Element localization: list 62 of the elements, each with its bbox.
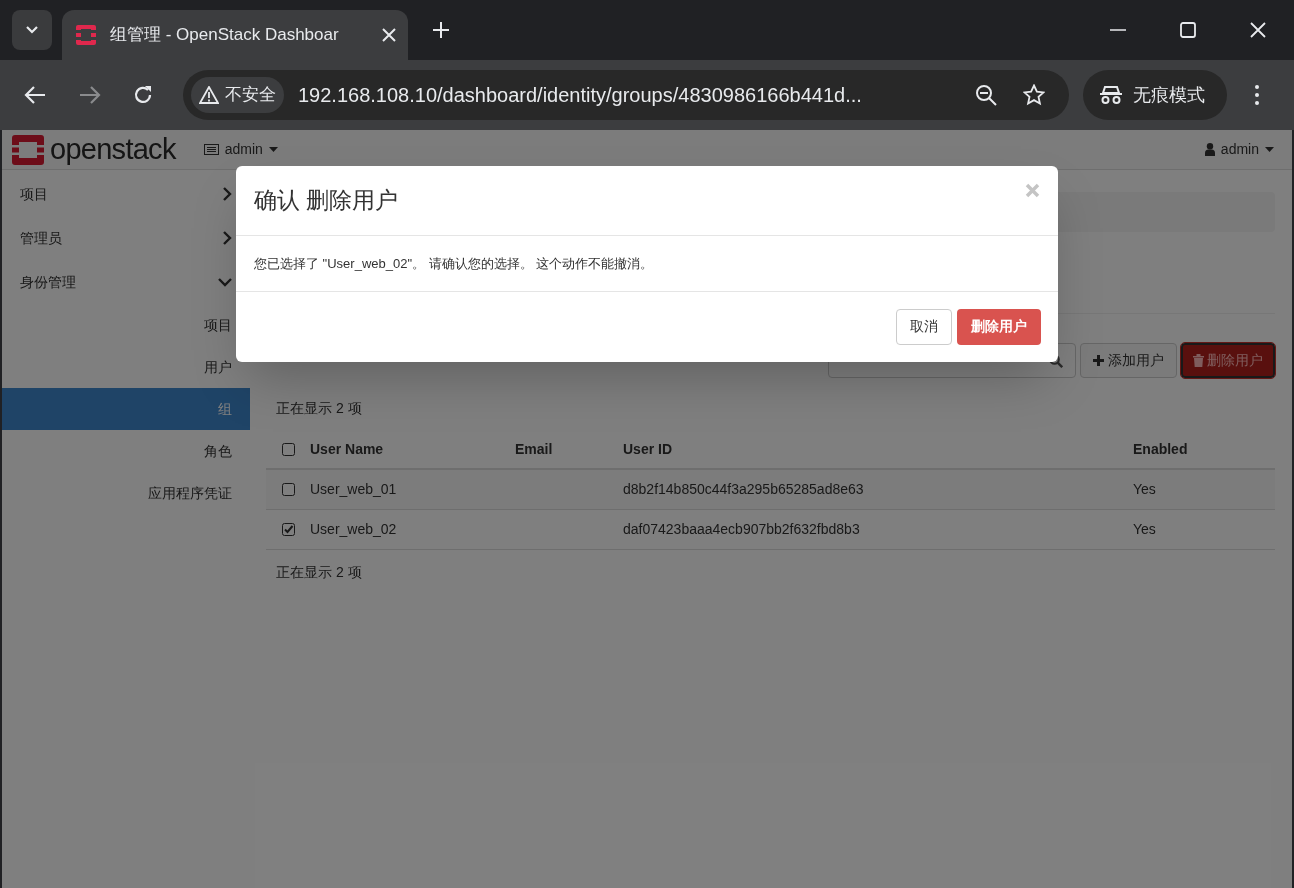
chevron-right-icon	[222, 187, 232, 201]
table-cell: User_web_01	[310, 480, 397, 497]
item-count: 正在显示 2 项	[276, 562, 363, 582]
table-cell: Yes	[1133, 480, 1156, 497]
chevron-right-icon	[222, 231, 232, 245]
column-header: User ID	[623, 441, 673, 457]
reload-icon[interactable]	[133, 85, 153, 105]
logo-icon	[74, 23, 98, 47]
checkbox[interactable]	[282, 522, 295, 536]
new-tab-icon[interactable]	[432, 21, 450, 39]
menu-icon[interactable]	[1255, 85, 1259, 105]
delete-user-button[interactable]: 删除用户	[957, 308, 1041, 345]
trash-icon	[1193, 354, 1204, 367]
delete-user-button[interactable]: 删除用户	[1181, 343, 1275, 378]
project-menu[interactable]: admin	[203, 139, 278, 160]
modal-title: 确认 删除用户	[254, 186, 400, 216]
address-bar[interactable]: 不安全 192.168.108.10/dashboard/identity/groups/4830986166b441d...	[183, 70, 1069, 120]
user-menu[interactable]: admin	[1204, 139, 1274, 160]
table-cell: d8b2f14b850c44f3a295b65285ad8e63	[623, 480, 864, 497]
user-icon	[1204, 143, 1215, 156]
add-user-button[interactable]: 添加用户	[1080, 343, 1177, 378]
sidebar-subitem[interactable]: 用户	[2, 346, 250, 388]
sidebar-subitem[interactable]: 应用程序凭证	[2, 472, 250, 514]
incognito-icon	[1099, 85, 1123, 105]
cancel-button[interactable]: 取消	[896, 308, 952, 345]
logo-icon	[12, 134, 44, 165]
table-cell: Yes	[1133, 520, 1156, 537]
forward-icon[interactable]	[79, 85, 101, 105]
sidebar-item[interactable]: 管理员	[2, 216, 250, 260]
sidebar-subitem[interactable]: 项目	[2, 304, 250, 346]
chevron-down-icon	[218, 277, 232, 287]
column-header: Email	[515, 441, 553, 457]
table-cell: daf07423baaa4ecb907bb2f632fbd8b3	[623, 520, 860, 537]
item-count: 正在显示 2 项	[276, 399, 363, 418]
sidebar-subitem[interactable]: 组	[2, 388, 250, 430]
plus-icon	[1093, 355, 1104, 366]
column-header: Enabled	[1133, 441, 1188, 457]
chevron-down-icon	[25, 25, 39, 35]
incognito-chip[interactable]: 无痕模式	[1083, 70, 1227, 120]
security-chip[interactable]: 不安全	[191, 77, 284, 113]
browser-tab[interactable]: 组管理 - OpenStack Dashboar	[62, 10, 408, 60]
caret-icon	[1265, 147, 1274, 152]
security-label: 不安全	[225, 84, 276, 107]
column-header: User Name	[310, 441, 384, 457]
modal-message: 您已选择了 "User_web_02"。 请确认您的选择。 这个动作不能撤消。	[254, 254, 654, 273]
sidebar-item[interactable]: 项目	[2, 172, 250, 216]
back-icon[interactable]	[24, 85, 46, 105]
star-icon[interactable]	[1023, 84, 1045, 106]
table-cell: User_web_02	[310, 520, 397, 537]
logo-text: openstack	[50, 135, 176, 164]
sidebar-item[interactable]: 身份管理	[2, 260, 250, 304]
tab-title: 组管理 - OpenStack Dashboar	[110, 24, 340, 47]
maximize-icon[interactable]	[1180, 22, 1196, 38]
zoom-icon[interactable]	[975, 84, 997, 106]
url-text: 192.168.108.10/dashboard/identity/groups/4830986166b441d...	[298, 83, 863, 108]
caret-icon	[268, 147, 278, 152]
incognito-label: 无痕模式	[1133, 83, 1205, 107]
checkbox[interactable]	[282, 482, 295, 496]
checkbox[interactable]	[282, 443, 295, 456]
list-icon	[203, 144, 219, 155]
sidebar-subitem[interactable]: 角色	[2, 430, 250, 472]
warning-icon	[199, 86, 219, 104]
